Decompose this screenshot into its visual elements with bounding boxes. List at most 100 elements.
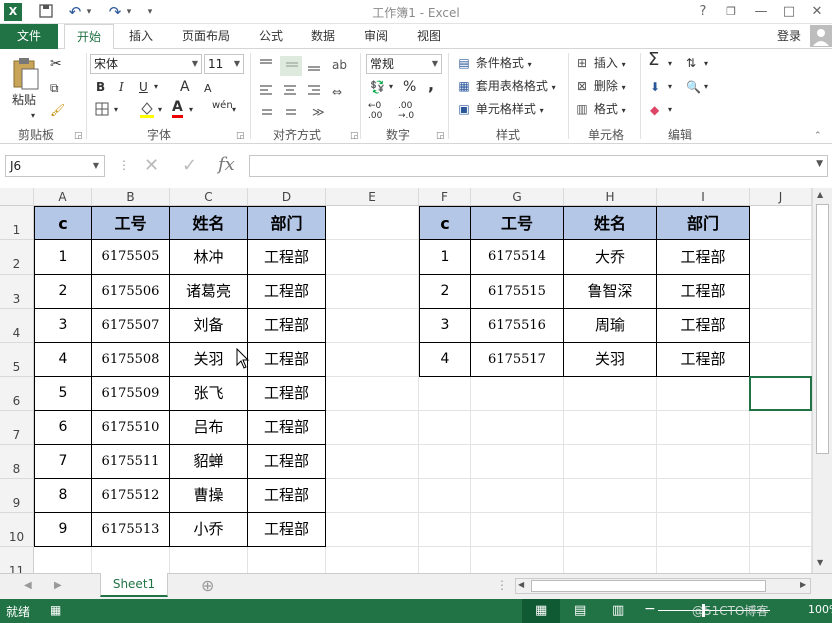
table-cell[interactable]: 7: [34, 445, 92, 479]
table-cell[interactable]: 1: [419, 240, 471, 275]
redo-icon[interactable]: ↷: [106, 3, 124, 21]
name-box[interactable]: J6 ▼: [5, 155, 105, 177]
close-button[interactable]: ✕: [804, 2, 830, 22]
vertical-scroll-thumb[interactable]: [816, 204, 829, 454]
table-cell[interactable]: 工程部: [248, 309, 326, 343]
zoom-level[interactable]: 100%: [808, 603, 832, 616]
formula-input[interactable]: ▼: [249, 155, 828, 177]
borders-dropdown-icon[interactable]: ▾: [114, 101, 118, 119]
font-color-dropdown-icon[interactable]: ▾: [189, 101, 193, 119]
insert-function-icon[interactable]: fx: [218, 154, 235, 175]
table-cell[interactable]: 6175507: [92, 309, 170, 343]
table-cell[interactable]: 工程部: [657, 309, 750, 343]
find-select-icon[interactable]: 🔍: [686, 78, 701, 96]
table-cell[interactable]: 6175511: [92, 445, 170, 479]
table-header-cell[interactable]: 部门: [657, 206, 750, 240]
column-header-b[interactable]: B: [92, 188, 170, 206]
enter-icon[interactable]: ✓: [182, 155, 197, 176]
row-header-4[interactable]: 4: [0, 309, 34, 343]
borders-icon[interactable]: [94, 101, 110, 122]
row-header-10[interactable]: 10: [0, 513, 34, 547]
table-cell[interactable]: 6175510: [92, 411, 170, 445]
sort-dropdown-icon[interactable]: ▾: [704, 55, 708, 73]
select-all-corner[interactable]: [0, 188, 34, 206]
undo-icon[interactable]: ↶: [66, 3, 84, 21]
tab-view[interactable]: 视图: [408, 24, 450, 49]
row-header-9[interactable]: 9: [0, 479, 34, 513]
table-cell[interactable]: 工程部: [248, 411, 326, 445]
table-cell[interactable]: 工程部: [657, 343, 750, 377]
sheet-tab-sheet1[interactable]: Sheet1: [100, 573, 168, 597]
prev-sheet-icon[interactable]: ◀: [24, 580, 32, 591]
undo-dropdown-icon[interactable]: ▾: [84, 3, 94, 21]
horizontal-scroll-thumb[interactable]: [531, 580, 766, 592]
table-cell[interactable]: 6: [34, 411, 92, 445]
phonetic-icon[interactable]: wén: [212, 97, 233, 115]
scroll-up-icon[interactable]: ▲: [817, 190, 823, 199]
font-color-icon[interactable]: A: [172, 99, 183, 118]
row-header-1[interactable]: 1: [0, 206, 34, 240]
table-cell[interactable]: 周瑜: [564, 309, 657, 343]
find-dropdown-icon[interactable]: ▾: [704, 78, 708, 96]
format-as-table-button[interactable]: ▦ 套用表格格式 ▾: [456, 77, 555, 97]
table-cell[interactable]: 貂蝉: [170, 445, 248, 479]
table-cell[interactable]: 2: [419, 275, 471, 309]
row-header-6[interactable]: 6: [0, 377, 34, 411]
redo-dropdown-icon[interactable]: ▾: [124, 3, 134, 21]
number-format-combo[interactable]: 常规 ▼: [366, 54, 442, 74]
normal-view-button[interactable]: ▦: [522, 599, 560, 623]
next-sheet-icon[interactable]: ▶: [54, 580, 62, 591]
decrease-decimal-icon[interactable]: .00 →.0: [398, 101, 414, 121]
underline-button[interactable]: U: [139, 78, 148, 96]
tab-insert[interactable]: 插入: [120, 24, 162, 49]
table-header-cell[interactable]: 工号: [471, 206, 564, 240]
table-cell[interactable]: 关羽: [564, 343, 657, 377]
comma-button[interactable]: ,: [428, 76, 434, 94]
expand-formula-icon[interactable]: ▼: [816, 159, 823, 169]
increase-decimal-icon[interactable]: ←0.00: [368, 101, 382, 121]
cancel-icon[interactable]: ✕: [144, 155, 159, 176]
customize-qa-icon[interactable]: ▾: [144, 3, 156, 21]
table-cell[interactable]: 4: [34, 343, 92, 377]
table-cell[interactable]: 刘备: [170, 309, 248, 343]
number-launcher-icon[interactable]: ◲: [436, 127, 445, 145]
table-cell[interactable]: 6175509: [92, 377, 170, 411]
table-cell[interactable]: 工程部: [248, 343, 326, 377]
conditional-format-button[interactable]: ▤ 条件格式 ▾: [456, 54, 531, 74]
font-size-combo[interactable]: 11 ▼: [204, 54, 244, 74]
clipboard-launcher-icon[interactable]: ◲: [74, 127, 83, 145]
table-cell[interactable]: 小乔: [170, 513, 248, 547]
table-header-cell[interactable]: 部门: [248, 206, 326, 240]
tab-file[interactable]: 文件: [0, 24, 58, 49]
table-cell[interactable]: 工程部: [248, 240, 326, 275]
more-options-icon[interactable]: ⋮: [118, 158, 130, 172]
tab-formulas[interactable]: 公式: [250, 24, 292, 49]
copy-icon[interactable]: ⧉: [50, 79, 59, 97]
clear-dropdown-icon[interactable]: ▾: [668, 101, 672, 119]
tab-page-layout[interactable]: 页面布局: [174, 24, 238, 49]
table-cell[interactable]: 3: [34, 309, 92, 343]
table-cell[interactable]: 工程部: [248, 275, 326, 309]
table-header-cell[interactable]: 姓名: [564, 206, 657, 240]
row-header-2[interactable]: 2: [0, 240, 34, 275]
underline-dropdown-icon[interactable]: ▾: [154, 78, 158, 96]
column-header-i[interactable]: I: [657, 188, 750, 206]
shrink-font-button[interactable]: A: [204, 80, 212, 98]
delete-cells-button[interactable]: ⊠ 删除 ▾: [574, 77, 626, 97]
minimize-button[interactable]: —: [748, 2, 774, 22]
ribbon-display-button[interactable]: ❐: [718, 2, 744, 22]
table-cell[interactable]: 鲁智深: [564, 275, 657, 309]
table-cell[interactable]: 1: [34, 240, 92, 275]
row-header-7[interactable]: 7: [0, 411, 34, 445]
format-cells-button[interactable]: ▥ 格式 ▾: [574, 100, 625, 120]
fill-icon[interactable]: ⬇: [650, 78, 660, 96]
row-header-3[interactable]: 3: [0, 275, 34, 309]
paste-dropdown-icon[interactable]: ▾: [31, 107, 35, 125]
table-cell[interactable]: 6175508: [92, 343, 170, 377]
autosum-icon[interactable]: Σ: [648, 51, 659, 69]
table-cell[interactable]: 3: [419, 309, 471, 343]
table-cell[interactable]: 2: [34, 275, 92, 309]
table-cell[interactable]: 6175517: [471, 343, 564, 377]
table-header-cell[interactable]: 工号: [92, 206, 170, 240]
zoom-out-icon[interactable]: −: [644, 601, 656, 617]
